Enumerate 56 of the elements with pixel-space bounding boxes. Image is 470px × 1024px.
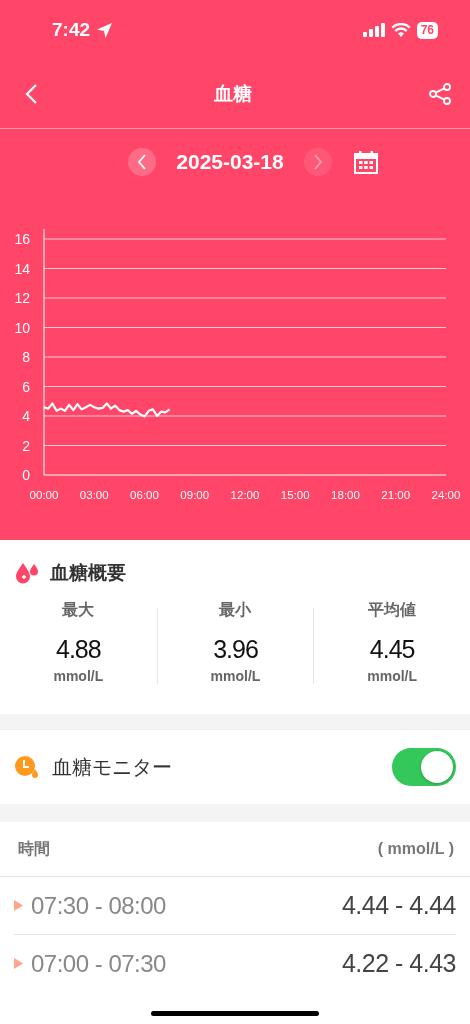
glucose-range: 4.44 - 4.44 [341, 891, 456, 920]
battery-level: 76 [416, 21, 438, 39]
stat-label: 最大 [62, 600, 95, 620]
chevron-left-icon [137, 154, 148, 170]
chevron-right-icon [312, 154, 323, 170]
stat-unit: mmol/L [210, 668, 261, 684]
axis-label: 09:00 [180, 489, 210, 501]
status-time: 7:42 [52, 19, 91, 41]
axis-label: 14 [14, 260, 30, 277]
page-title: 血糖 [214, 82, 252, 106]
expand-arrow-icon [14, 958, 23, 969]
stat-value: 3.96 [213, 635, 258, 664]
stat-label: 最小 [219, 600, 252, 620]
time-range: 07:30 - 08:00 [31, 891, 166, 920]
calendar-button[interactable] [353, 150, 378, 174]
stat-unit: mmol/L [367, 668, 418, 684]
axis-label: 12 [14, 290, 30, 306]
monitor-label: 血糖モニター [52, 754, 173, 780]
wifi-icon [390, 23, 411, 37]
stat-value: 4.45 [369, 635, 415, 664]
glucose-range: 4.22 - 4.43 [341, 949, 456, 978]
calendar-icon [353, 150, 378, 174]
axis-label: 21:00 [381, 489, 411, 501]
axis-label: 8 [22, 349, 30, 365]
section-title: 血糖概要 [50, 561, 126, 585]
signal-icon [362, 23, 385, 37]
axis-label: 4 [22, 408, 30, 424]
axis-label: 24:00 [431, 489, 461, 501]
stat-label: 平均値 [368, 600, 417, 620]
axis-label: 10 [14, 319, 30, 336]
axis-label: 16 [14, 231, 30, 247]
home-indicator[interactable] [151, 1010, 319, 1016]
back-button[interactable] [24, 84, 38, 104]
share-icon [428, 82, 452, 106]
axis-label: 0 [22, 467, 30, 483]
clock-drop-icon [14, 754, 40, 780]
location-arrow-icon [96, 21, 114, 39]
axis-label: 00:00 [29, 489, 59, 501]
expand-arrow-icon [14, 900, 23, 911]
axis-label: 12:00 [230, 489, 260, 501]
axis-label: 6 [22, 378, 30, 395]
stat-value: 4.88 [56, 635, 101, 664]
axis-label: 15:00 [280, 489, 310, 501]
column-header: 時間 [18, 838, 50, 859]
date-label: 2025-03-18 [175, 150, 285, 174]
stat-unit: mmol/L [53, 668, 104, 684]
back-icon [24, 84, 38, 104]
time-range: 07:00 - 07:30 [31, 949, 166, 978]
column-header: ( mmol/L ) [377, 840, 454, 858]
share-button[interactable] [428, 82, 452, 106]
monitor-toggle[interactable] [392, 748, 456, 786]
axis-label: 03:00 [79, 489, 109, 501]
axis-label: 2 [22, 437, 30, 454]
axis-label: 06:00 [130, 489, 159, 501]
axis-label: 18:00 [331, 489, 360, 501]
previous-day-button[interactable] [128, 148, 157, 176]
